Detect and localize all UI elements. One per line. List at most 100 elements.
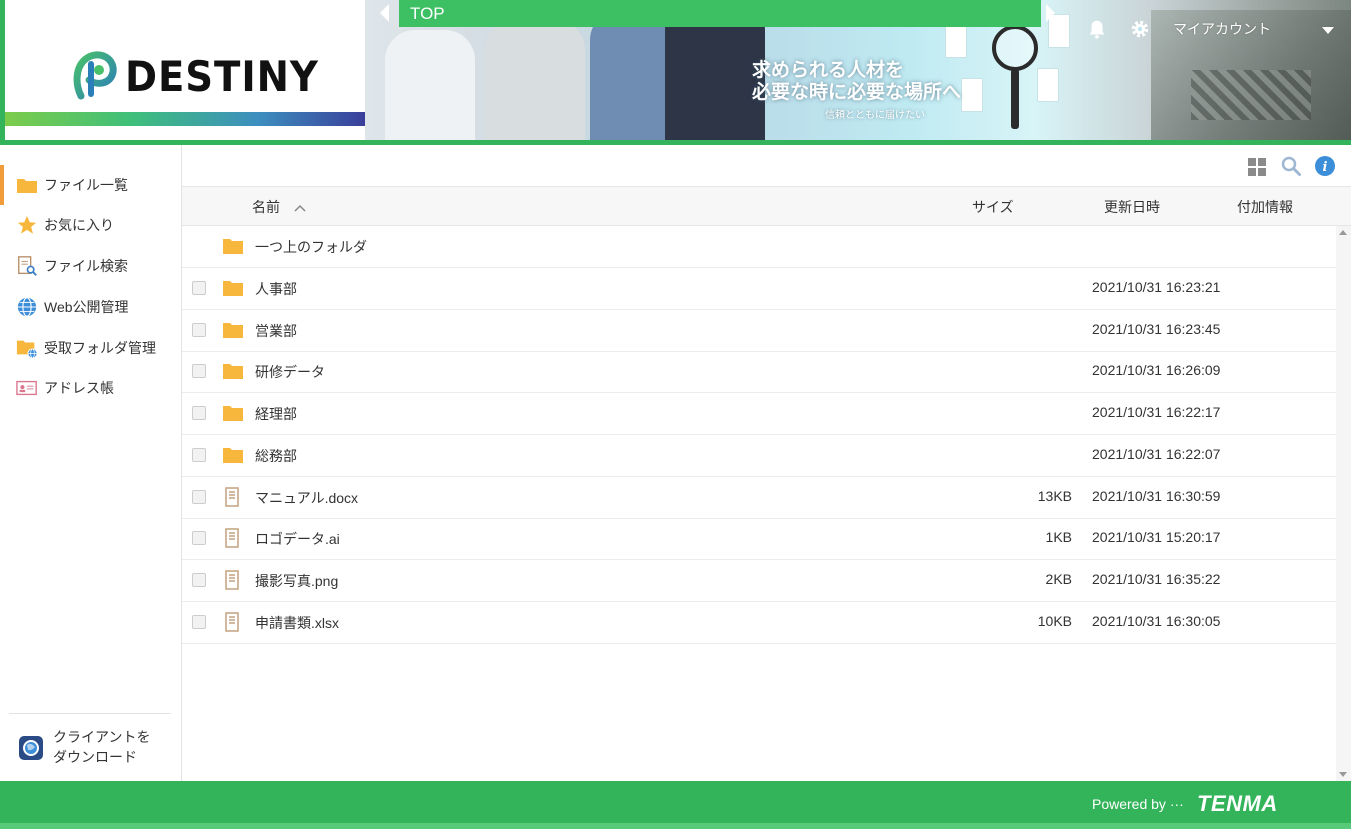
column-header-size[interactable]: サイズ	[972, 197, 1014, 217]
sidebar-item-label: ファイル一覧	[44, 177, 128, 193]
row-checkbox[interactable]	[192, 489, 206, 504]
column-header-updated[interactable]: 更新日時	[1104, 197, 1160, 217]
app-header: DESTINY 求められる人材を 必要な時に必要な場所へ 信頼とともに届けたい …	[0, 0, 1351, 145]
breadcrumb-back-arrow-icon[interactable]	[380, 4, 389, 22]
column-header-extra[interactable]: 付加情報	[1237, 197, 1293, 217]
vendor-logo[interactable]: TENMA	[1197, 791, 1278, 817]
svg-text:i: i	[1323, 160, 1328, 175]
file-name[interactable]: 撮影写真.png	[255, 571, 338, 591]
file-row[interactable]: 撮影写真.png 2KB 2021/10/31 16:35:22	[182, 560, 1336, 602]
banner-figure	[590, 10, 670, 140]
row-checkbox[interactable]	[192, 531, 206, 546]
sidebar-item-address-book[interactable]: アドレス帳	[0, 368, 181, 408]
grid-view-icon[interactable]	[1248, 158, 1266, 176]
sidebar-divider	[9, 713, 171, 714]
vertical-scrollbar[interactable]	[1336, 226, 1351, 781]
search-icon[interactable]	[1281, 156, 1301, 176]
row-checkbox[interactable]	[192, 572, 206, 587]
folder-icon	[223, 322, 243, 338]
row-checkbox[interactable]	[192, 322, 206, 337]
sidebar-item-favorites[interactable]: お気に入り	[0, 205, 181, 245]
brand-gradient-bar	[5, 112, 365, 126]
brand-name: DESTINY	[125, 52, 319, 101]
download-label-line: ダウンロード	[53, 749, 137, 765]
download-label-line: クライアントを	[53, 729, 151, 745]
row-checkbox[interactable]	[192, 364, 206, 379]
file-row[interactable]: 申請書類.xlsx 10KB 2021/10/31 16:30:05	[182, 602, 1336, 644]
file-name[interactable]: 研修データ	[255, 362, 325, 382]
magnifier-icon	[992, 25, 1038, 129]
footer-strip	[0, 823, 1351, 829]
column-header-name[interactable]: 名前	[252, 197, 306, 217]
folder-globe-icon	[16, 337, 38, 359]
file-name[interactable]: 経理部	[255, 404, 297, 424]
file-updated-date: 2021/10/31 15:20:17	[1092, 529, 1221, 546]
file-list: 一つ上のフォルダ 人事部 2021/10/31 16:23:21 営業部 2021/1…	[182, 226, 1336, 781]
globe-icon	[16, 296, 38, 318]
file-size: 13KB	[1037, 487, 1072, 504]
file-row[interactable]: ロゴデータ.ai 1KB 2021/10/31 15:20:17	[182, 518, 1336, 561]
file-updated-date: 2021/10/31 16:22:17	[1092, 404, 1221, 421]
sidebar: ファイル一覧 お気に入り ファイル検索 Web公開管理 受取フォルダ管理 アドレ…	[0, 145, 182, 781]
sidebar-item-file-search[interactable]: ファイル検索	[0, 246, 181, 286]
bell-icon[interactable]	[1086, 18, 1108, 40]
sidebar-item-file-list[interactable]: ファイル一覧	[0, 165, 181, 205]
slogan-line: 必要な時に必要な場所へ	[752, 82, 962, 103]
file-updated-date: 2021/10/31 16:30:05	[1092, 612, 1221, 629]
chevron-down-icon[interactable]	[1322, 27, 1334, 34]
scroll-down-icon[interactable]	[1339, 772, 1347, 777]
star-icon	[16, 214, 38, 236]
file-name[interactable]: 総務部	[255, 446, 297, 466]
document-icon	[225, 611, 239, 632]
folder-icon	[223, 364, 243, 380]
folder-row[interactable]: 経理部 2021/10/31 16:22:17	[182, 393, 1336, 436]
breadcrumb[interactable]: TOP	[399, 0, 1041, 27]
sidebar-item-label: Web公開管理	[44, 299, 129, 315]
sidebar-item-receive-folder[interactable]: 受取フォルダ管理	[0, 328, 181, 368]
row-checkbox[interactable]	[192, 447, 206, 462]
powered-by-text: Powered by ···	[1092, 796, 1184, 812]
gear-icon[interactable]	[1129, 18, 1151, 40]
row-checkbox[interactable]	[192, 614, 206, 629]
logo-area[interactable]: DESTINY	[0, 0, 365, 140]
toolbar: i	[182, 145, 1351, 187]
folder-icon	[223, 406, 243, 422]
sort-ascending-icon[interactable]	[294, 204, 306, 212]
scroll-up-icon[interactable]	[1339, 230, 1347, 235]
file-row[interactable]: マニュアル.docx 13KB 2021/10/31 16:30:59	[182, 477, 1336, 519]
parent-folder-row[interactable]: 一つ上のフォルダ	[182, 226, 1336, 268]
file-updated-date: 2021/10/31 16:30:59	[1092, 487, 1221, 504]
folder-row[interactable]: 総務部 2021/10/31 16:22:07	[182, 435, 1336, 477]
folder-icon	[16, 174, 38, 196]
file-name[interactable]: 申請書類.xlsx	[255, 613, 339, 633]
column-header-label: 名前	[252, 199, 280, 215]
download-client-button[interactable]: クライアントを ダウンロード	[18, 727, 178, 767]
folder-row[interactable]: 営業部 2021/10/31 16:23:45	[182, 310, 1336, 352]
breadcrumb-forward-arrow-icon[interactable]	[1046, 4, 1055, 22]
sidebar-item-web-publish[interactable]: Web公開管理	[0, 287, 181, 327]
file-search-icon	[16, 255, 38, 277]
file-name[interactable]: ロゴデータ.ai	[255, 529, 340, 549]
row-checkbox[interactable]	[192, 406, 206, 421]
document-icon	[225, 570, 239, 590]
download-client-icon	[19, 736, 43, 760]
file-name[interactable]: 営業部	[255, 321, 297, 341]
info-icon[interactable]: i	[1315, 156, 1335, 176]
person-chart-icon	[961, 78, 983, 112]
destiny-logo-icon	[73, 51, 117, 100]
sidebar-item-label: ファイル検索	[44, 258, 128, 274]
file-updated-date: 2021/10/31 16:35:22	[1092, 570, 1221, 587]
file-name[interactable]: 人事部	[255, 279, 297, 299]
file-list-header: 名前 サイズ 更新日時 付加情報	[182, 187, 1351, 226]
file-size: 10KB	[1037, 612, 1072, 629]
row-checkbox[interactable]	[192, 281, 206, 295]
folder-row[interactable]: 人事部 2021/10/31 16:23:21	[182, 268, 1336, 310]
my-account-link[interactable]: マイアカウント	[1173, 19, 1271, 39]
file-name[interactable]: マニュアル.docx	[255, 488, 358, 508]
banner-figure	[385, 30, 475, 140]
folder-row[interactable]: 研修データ 2021/10/31 16:26:09	[182, 351, 1336, 394]
file-size: 2KB	[1045, 570, 1072, 587]
banner-figure	[485, 20, 585, 140]
app-footer: Powered by ··· TENMA	[0, 781, 1351, 829]
file-size: 1KB	[1045, 529, 1072, 546]
